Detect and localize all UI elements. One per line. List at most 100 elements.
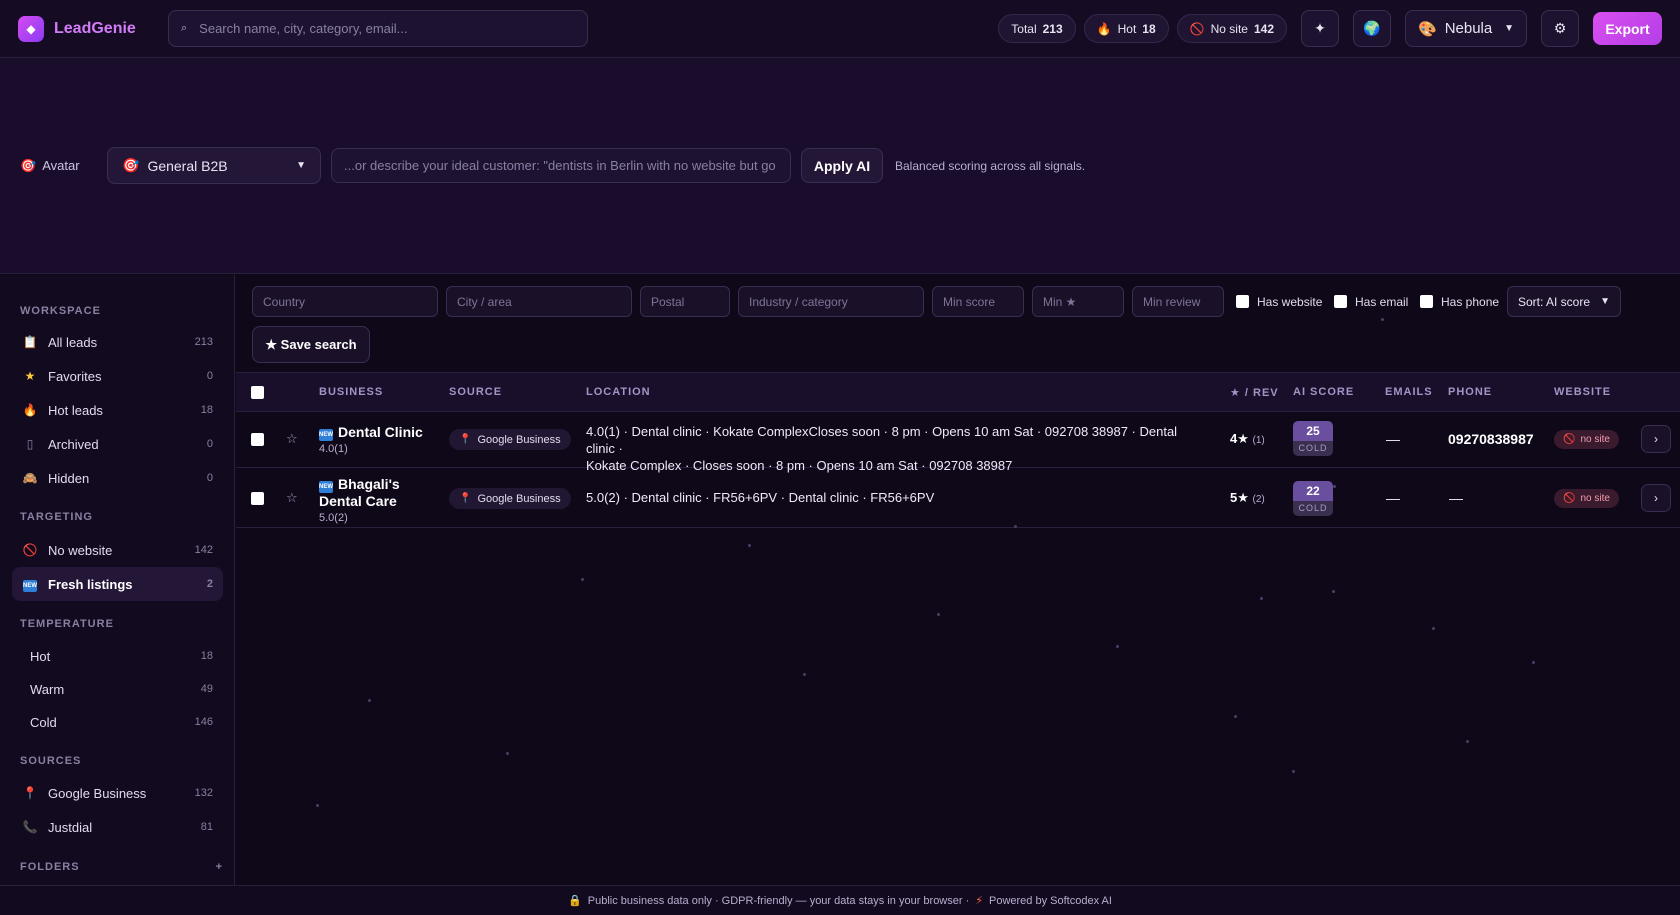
leads-table: BUSINESS SOURCE LOCATION ★ / REV AI SCOR… — [236, 372, 1680, 528]
business-cell[interactable]: NEW Bhagali's Dental Care 5.0(2) — [319, 476, 400, 524]
logo-icon: ◆ — [18, 15, 44, 42]
source-label: Google Business — [477, 492, 561, 505]
logo[interactable]: ◆ LeadGenie — [18, 15, 150, 42]
select-all-checkbox[interactable] — [251, 386, 264, 399]
sidebar-item-justdial[interactable]: 📞 Justdial 81 — [12, 810, 223, 844]
sidebar-item-warm[interactable]: Warm 49 — [12, 672, 223, 706]
target-icon: 🎯 — [20, 157, 37, 173]
theme-select[interactable]: 🎨 Nebula ▼ — [1405, 10, 1527, 47]
column-source[interactable]: SOURCE — [449, 386, 502, 398]
background-star — [1292, 770, 1295, 773]
row-checkbox[interactable] — [251, 433, 264, 446]
background-star — [1332, 590, 1335, 593]
phone-cell[interactable]: 09270838987 — [1448, 431, 1534, 447]
no-entry-icon: 🚫 — [1189, 21, 1205, 36]
column-business[interactable]: BUSINESS — [319, 386, 383, 398]
row-checkbox[interactable] — [251, 492, 264, 505]
has-email-checkbox[interactable]: Has email — [1334, 286, 1408, 317]
source-badge: 📍 Google Business — [449, 488, 571, 509]
open-row-button[interactable]: › — [1641, 484, 1671, 512]
sidebar-item-hot[interactable]: Hot 18 — [12, 639, 223, 673]
location-line: 5.0(2) · Dental clinic · FR56+6PV · Dent… — [586, 490, 935, 505]
globe-button[interactable]: 🌍 — [1353, 10, 1391, 47]
column-location[interactable]: LOCATION — [586, 386, 651, 398]
export-button[interactable]: Export — [1593, 12, 1662, 45]
emails-cell: — — [1386, 490, 1400, 506]
website-cell: 🚫 no site — [1554, 430, 1619, 449]
chevron-down-icon: ▼ — [1600, 296, 1610, 307]
industry-input[interactable] — [738, 286, 924, 317]
ideal-customer-input[interactable] — [331, 148, 791, 183]
clipboard-icon: 📋 — [22, 335, 38, 349]
temperature-label: COLD — [1293, 501, 1333, 516]
flame-icon: 🔥 — [1096, 21, 1112, 36]
save-search-button[interactable]: ★ Save search — [252, 326, 370, 363]
location-cell: 5.0(2) · Dental clinic · FR56+6PV · Dent… — [586, 489, 1206, 506]
column-rating-reviews[interactable]: ★ / REV — [1230, 386, 1279, 399]
checkbox[interactable] — [1420, 295, 1433, 308]
add-folder-button[interactable]: + — [216, 861, 223, 873]
sidebar-item-fresh-listings[interactable]: NEW Fresh listings 2 — [12, 567, 223, 601]
column-website[interactable]: WEBSITE — [1554, 386, 1611, 398]
column-ai-score[interactable]: AI SCORE — [1293, 386, 1354, 398]
new-badge-icon: NEW — [319, 481, 333, 493]
sidebar-item-label: Google Business — [48, 785, 147, 801]
search-box[interactable]: ⌕ — [168, 10, 588, 47]
business-cell[interactable]: NEW Dental Clinic 4.0(1) — [319, 424, 423, 455]
total-stat[interactable]: Total 213 — [998, 14, 1076, 43]
sidebar-item-favorites[interactable]: ★ Favorites 0 — [12, 359, 223, 393]
hot-stat[interactable]: 🔥 Hot 18 — [1083, 14, 1169, 43]
settings-button[interactable]: ⚙ — [1541, 10, 1579, 47]
sources-heading: SOURCES — [20, 755, 82, 767]
checkbox[interactable] — [1334, 295, 1347, 308]
sidebar-item-all-leads[interactable]: 📋 All leads 213 — [12, 325, 223, 359]
favorite-star-icon[interactable]: ☆ — [286, 431, 298, 447]
nosite-stat[interactable]: 🚫 No site 142 — [1176, 14, 1287, 43]
country-input[interactable] — [252, 286, 438, 317]
sidebar-item-hidden[interactable]: 🙈 Hidden 0 — [12, 461, 223, 495]
min-review-input[interactable] — [1132, 286, 1224, 317]
has-phone-checkbox[interactable]: Has phone — [1420, 286, 1499, 317]
background-star — [316, 804, 319, 807]
sort-selected: Sort: AI score — [1518, 294, 1591, 309]
sidebar-item-google-business[interactable]: 📍 Google Business 132 — [12, 776, 223, 810]
app-name: LeadGenie — [54, 19, 136, 37]
city-input[interactable] — [446, 286, 632, 317]
sidebar-item-cold[interactable]: Cold 146 — [12, 705, 223, 739]
sidebar-item-count: 213 — [194, 336, 213, 348]
powered-by-link[interactable]: Powered by Softcodex AI — [989, 895, 1112, 907]
avatar-select[interactable]: 🎯 General B2B ▼ — [107, 147, 321, 184]
checkbox[interactable] — [1236, 295, 1249, 308]
column-emails[interactable]: EMAILS — [1385, 386, 1433, 398]
source-badge: 📍 Google Business — [449, 429, 571, 450]
sidebar-item-archived[interactable]: ▯ Archived 0 — [12, 427, 223, 461]
chevron-down-icon: ▼ — [296, 160, 306, 171]
hot-value: 18 — [1142, 21, 1156, 36]
sort-select[interactable]: Sort: AI score ▼ — [1507, 286, 1621, 317]
open-row-button[interactable]: › — [1641, 425, 1671, 453]
sidebar-item-label: Archived — [48, 436, 99, 452]
apply-ai-button[interactable]: Apply AI — [801, 148, 883, 183]
table-row[interactable]: ☆ NEW Bhagali's Dental Care 5.0(2) 📍 Goog… — [236, 468, 1680, 528]
column-phone[interactable]: PHONE — [1448, 386, 1492, 398]
sidebar-item-hot-leads[interactable]: 🔥 Hot leads 18 — [12, 393, 223, 427]
postal-input[interactable] — [640, 286, 730, 317]
ai-score-value: 22 — [1293, 481, 1333, 501]
has-website-checkbox[interactable]: Has website — [1236, 286, 1322, 317]
new-badge-icon: NEW — [319, 429, 333, 441]
background-star — [1333, 485, 1336, 488]
sparkle-button[interactable]: ✦ — [1301, 10, 1339, 47]
chevron-right-icon: › — [1654, 432, 1658, 446]
table-row[interactable]: ☆ NEW Dental Clinic 4.0(1) 📍 Google Busin… — [236, 412, 1680, 473]
flame-icon: 🔥 — [22, 403, 38, 417]
sidebar-item-count: 142 — [194, 544, 213, 556]
search-input[interactable] — [199, 21, 560, 36]
background-star — [1432, 627, 1435, 630]
min-score-input[interactable] — [932, 286, 1024, 317]
ai-score-badge: 25 COLD — [1293, 421, 1333, 456]
favorite-star-icon[interactable]: ☆ — [286, 490, 298, 506]
business-rating: 5.0(2) — [319, 512, 348, 524]
background-star — [748, 544, 751, 547]
sidebar-item-no-website[interactable]: 🚫 No website 142 — [12, 533, 223, 567]
min-star-input[interactable] — [1032, 286, 1124, 317]
